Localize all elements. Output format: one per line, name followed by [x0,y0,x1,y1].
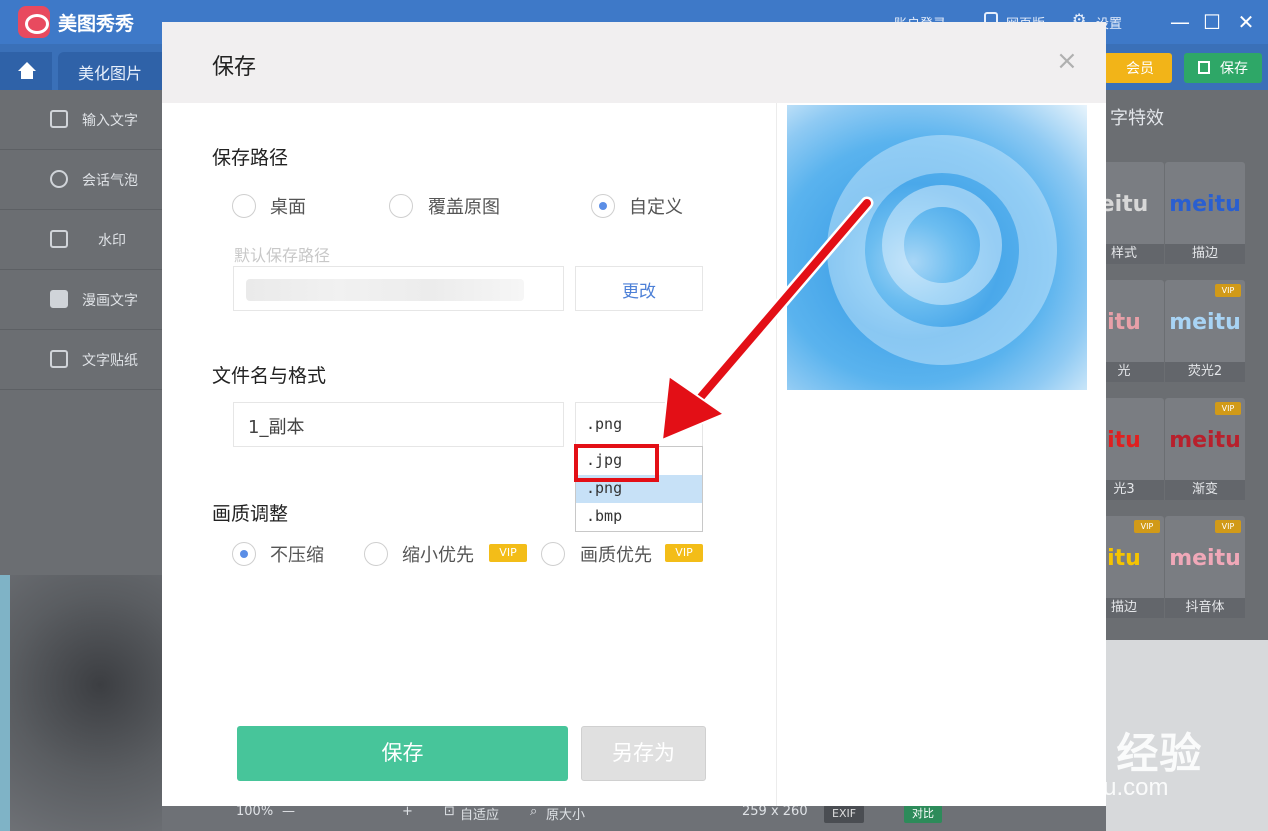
app-name: 美图秀秀 [58,13,135,35]
radio-size-priority-label[interactable]: 缩小优先 [402,541,474,567]
radio-overwrite-label[interactable]: 覆盖原图 [428,193,500,219]
default-path-label: 默认保存路径 [234,246,331,265]
vip-badge: VIP [665,544,703,562]
radio-custom[interactable] [591,194,615,218]
exif-button[interactable]: EXIF [824,805,865,823]
vip-button[interactable]: 会员 [1104,53,1172,83]
sidebar: 输入文字 会话气泡 水印 漫画文字 文字贴纸 [0,90,162,575]
effect-card[interactable]: meitu 渐变 VIP [1165,398,1245,500]
format-option-bmp[interactable]: .bmp [576,503,702,531]
text-sticker-icon [50,350,68,368]
close-window-icon[interactable]: ✕ [1232,8,1260,36]
radio-size-priority[interactable] [364,542,388,566]
radio-overwrite[interactable] [389,194,413,218]
quality-heading: 画质调整 [212,503,289,525]
sidebar-item-input-text[interactable]: 输入文字 [0,90,162,150]
panel-divider [776,103,777,806]
panel-title: 字特效 [1110,108,1164,129]
radio-no-compress[interactable] [232,542,256,566]
export-icon [1198,61,1210,74]
effect-sample-text: meitu [1169,428,1241,453]
radio-no-compress-label[interactable]: 不压缩 [270,541,324,567]
effect-card[interactable]: meitu 抖音体 VIP [1165,516,1245,618]
watermark-icon [50,230,68,248]
comic-text-icon [50,290,68,308]
vip-badge: VIP [1215,520,1241,533]
effect-sample-text: meitu [1169,546,1241,571]
original-size-button[interactable]: 原大小 [546,804,585,823]
effect-card[interactable]: meitu 荧光2 VIP [1165,280,1245,382]
app-logo-icon [18,6,50,38]
vip-badge: VIP [489,544,527,562]
effect-sample-text: meitu [1169,192,1241,217]
tab-beautify[interactable]: 美化图片 [58,52,170,90]
sidebar-item-speech-bubble[interactable]: 会话气泡 [0,150,162,210]
zoom-out-button[interactable]: — [282,804,295,819]
effect-caption: 渐变 [1165,480,1245,500]
vip-badge: VIP [1215,284,1241,297]
vip-badge: VIP [1215,402,1241,415]
effect-caption: 荧光2 [1165,362,1245,382]
radio-custom-label[interactable]: 自定义 [629,193,683,219]
dialog-header: 保存 × [162,22,1106,103]
save-button[interactable]: 保存 [237,726,568,781]
radio-quality-priority-label[interactable]: 画质优先 [580,541,652,567]
home-icon [18,62,36,71]
effect-caption: 描边 [1165,244,1245,264]
fit-button[interactable]: 自适应 [460,804,499,823]
tab-home[interactable] [0,52,52,90]
sidebar-item-watermark[interactable]: 水印 [0,210,162,270]
image-dimensions: 259 x 260 [742,804,808,819]
magnifier-icon: ⌕ [530,804,538,819]
zoom-level: 100% [236,804,274,819]
image-preview [787,105,1087,390]
vip-badge: VIP [1134,520,1160,533]
top-save-button[interactable]: 保存 [1184,53,1262,83]
sidebar-item-comic-text[interactable]: 漫画文字 [0,270,162,330]
dialog-title: 保存 [212,55,257,80]
radio-desktop[interactable] [232,194,256,218]
watermark-url: jingyan.baidu.com [975,774,1169,801]
radio-desktop-label[interactable]: 桌面 [270,193,306,219]
effect-sample-text: meitu [1169,310,1241,335]
sidebar-item-text-sticker[interactable]: 文字贴纸 [0,330,162,390]
fit-icon: ⊡ [444,804,455,819]
close-icon[interactable]: × [1056,48,1078,74]
save-path-heading: 保存路径 [212,147,289,169]
save-dialog: 保存 × 保存路径 桌面 覆盖原图 自定义 默认保存路径 更改 文件名与格式 1… [162,22,1106,806]
radio-quality-priority[interactable] [541,542,565,566]
maximize-icon[interactable]: ☐ [1198,8,1226,36]
jpg-highlight-box [574,444,659,482]
speech-bubble-icon [50,170,68,188]
format-select[interactable]: .png [575,402,703,447]
change-path-button[interactable]: 更改 [575,266,703,311]
effect-card[interactable]: meitu 描边 [1165,162,1245,264]
filename-input[interactable]: 1_副本 [233,402,564,447]
watermark-brand: Bai du 经验 [972,730,1203,777]
canvas-blur [0,575,162,831]
save-path-field[interactable] [233,266,564,311]
save-as-button[interactable]: 另存为 [581,726,706,781]
zoom-in-button[interactable]: + [402,804,413,819]
minimize-icon[interactable]: — [1166,8,1194,36]
compare-button[interactable]: 对比 [904,805,942,823]
text-icon [50,110,68,128]
file-heading: 文件名与格式 [212,365,327,387]
blurred-path [246,279,524,301]
effect-caption: 抖音体 [1165,598,1245,618]
